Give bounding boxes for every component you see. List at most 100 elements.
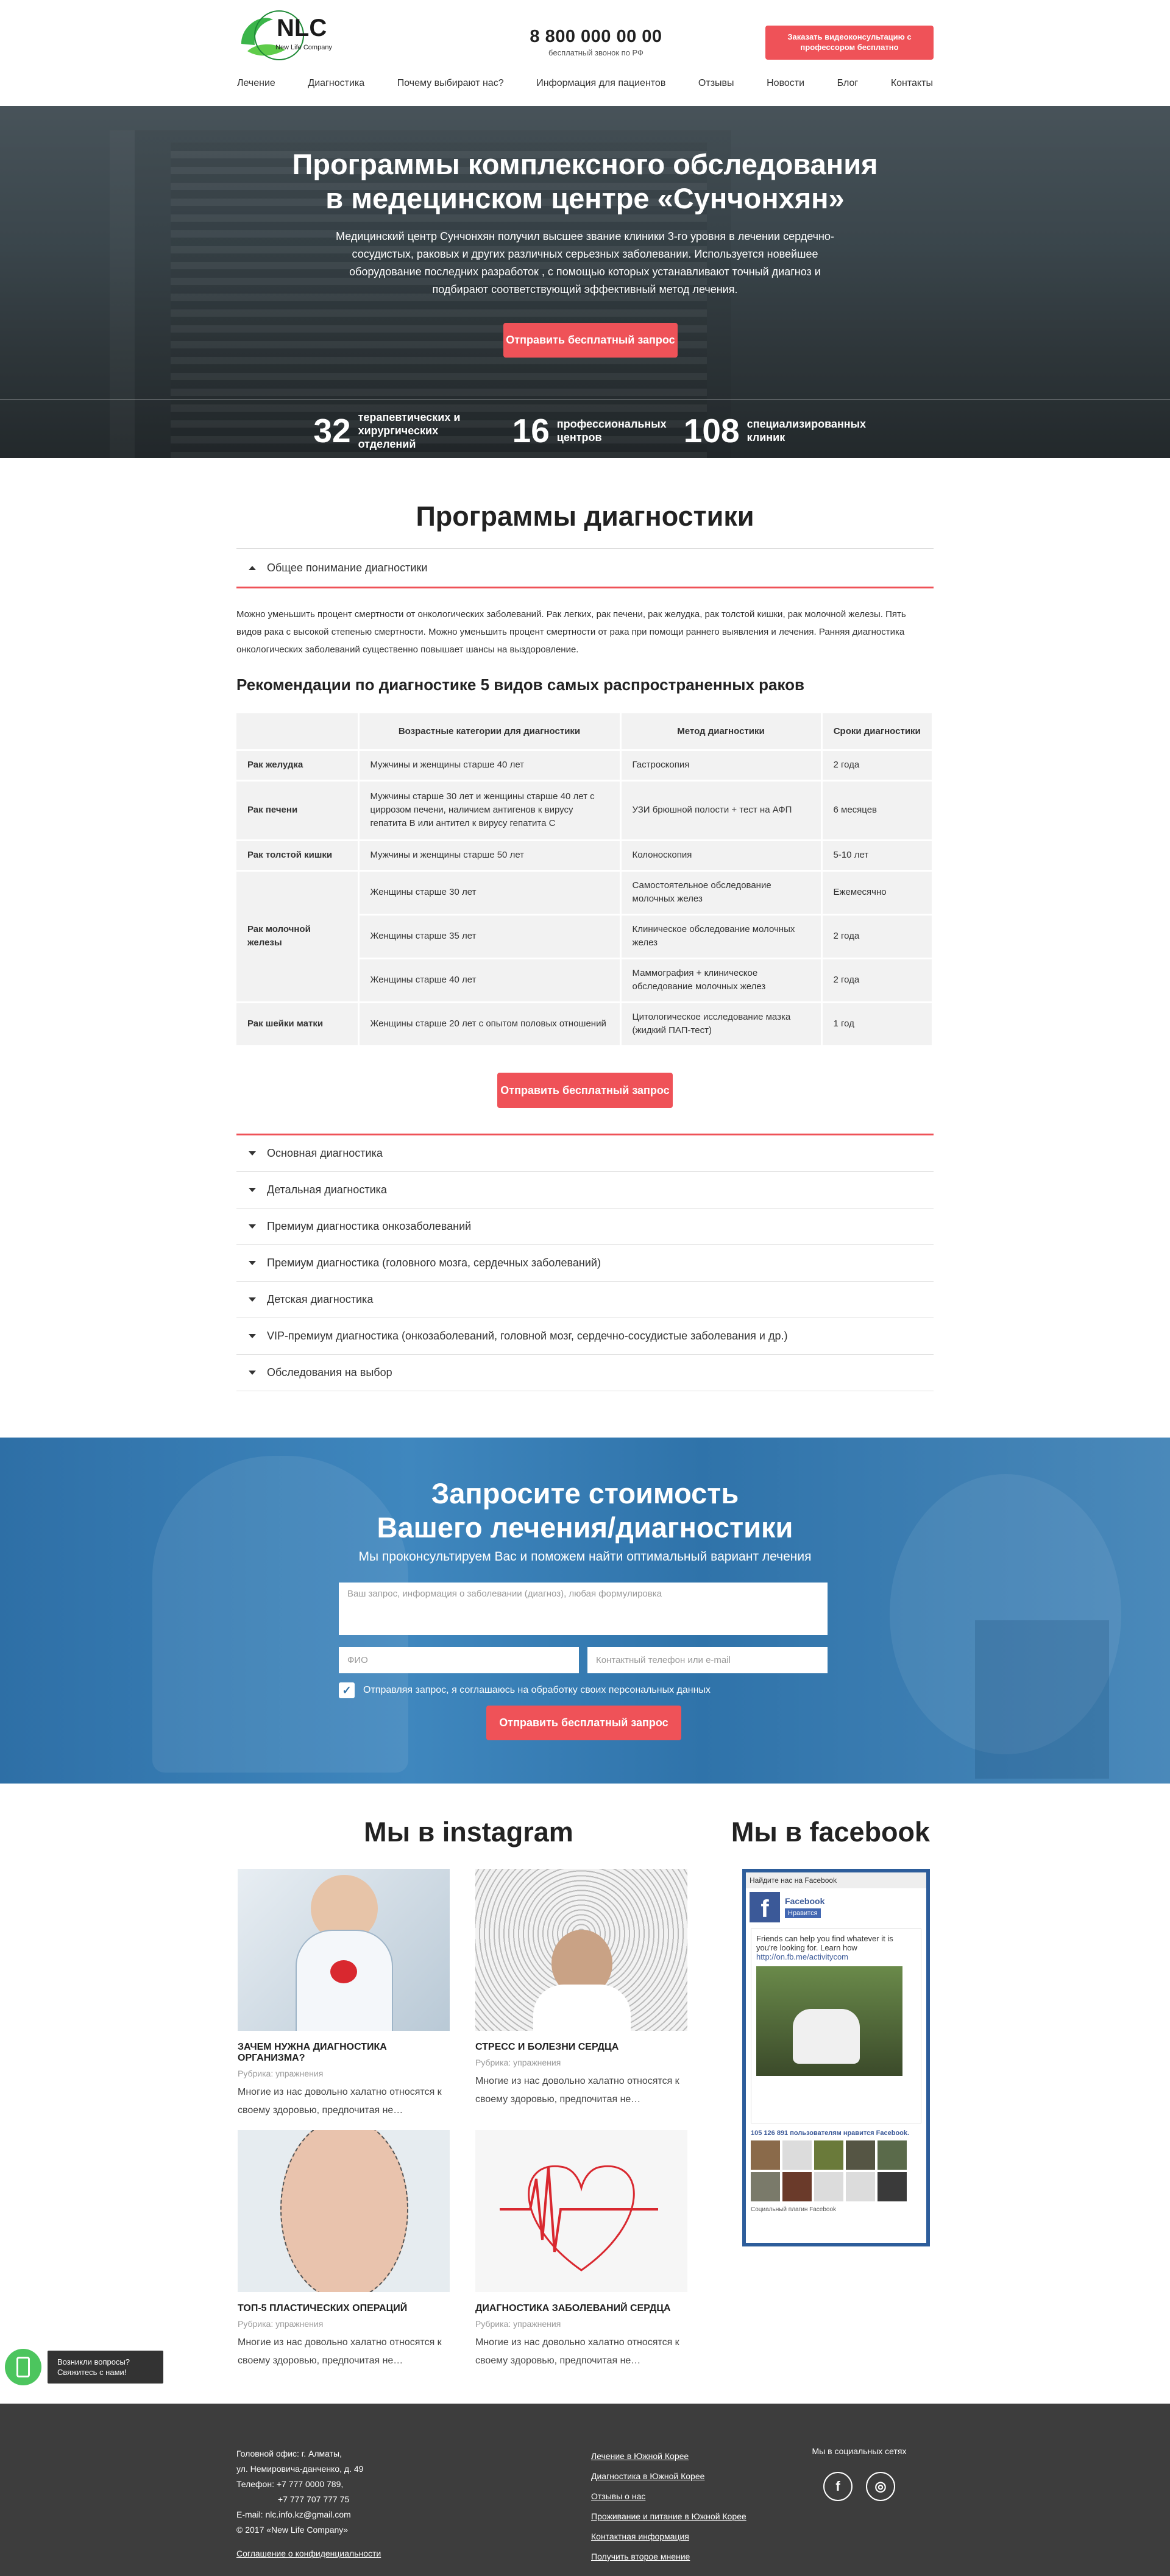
post-title: Стресс и болезни сердца bbox=[475, 2041, 619, 2052]
accordion-label: Премиум диагностика (головного мозга, се… bbox=[267, 1256, 601, 1269]
video-consult-button[interactable]: Заказать видеоконсультацию с профессором… bbox=[765, 26, 934, 60]
facebook-feed[interactable]: Friends can help you find whatever it is… bbox=[751, 1928, 921, 2123]
request-textarea[interactable]: Ваш запрос, информация о заболевании (ди… bbox=[339, 1582, 828, 1635]
request-title-line-1: Запросите стоимость bbox=[431, 1477, 739, 1509]
facebook-fans-grid bbox=[746, 2140, 926, 2201]
footer-address: ул. Немировича-данченко, д. 49 bbox=[236, 2463, 364, 2474]
table-row: Рак печени Мужчины старше 30 лет и женщи… bbox=[236, 780, 934, 841]
nav-item-why-us[interactable]: Почему выбирают нас? bbox=[397, 78, 505, 89]
site-header: NLC New Life Company 8 800 000 00 00 бес… bbox=[236, 0, 934, 61]
accordion-item-children[interactable]: Детская диагностика bbox=[236, 1282, 934, 1318]
nav-item-blog[interactable]: Блог bbox=[837, 78, 859, 89]
table-header: Возрастные категории для диагностики bbox=[358, 713, 622, 751]
post-category: Рубрика: упражнения bbox=[238, 2068, 324, 2078]
name-field[interactable]: ФИО bbox=[339, 1646, 579, 1673]
chevron-down-icon bbox=[249, 1297, 256, 1302]
avatar[interactable] bbox=[846, 2140, 875, 2170]
avatar[interactable] bbox=[878, 2172, 907, 2201]
footer-link[interactable]: Отзывы о нас bbox=[591, 2486, 746, 2507]
chat-widget[interactable]: Возникли вопросы? Свяжитесь с нами! bbox=[5, 2348, 163, 2385]
instagram-post[interactable]: Зачем нужна диагностика организма? Рубри… bbox=[238, 1868, 450, 2120]
footer-link[interactable]: Получить второе мнение bbox=[591, 2547, 746, 2567]
cell-term: 2 года bbox=[821, 958, 934, 1003]
table-header: Сроки диагностики bbox=[821, 713, 934, 751]
chevron-down-icon bbox=[249, 1260, 256, 1265]
cell-cancer: Рак печени bbox=[236, 780, 360, 841]
cell-age: Мужчины и женщины старше 40 лет bbox=[358, 750, 622, 782]
main-nav: Лечение Диагностика Почему выбирают нас?… bbox=[236, 61, 934, 106]
accordion-item-open[interactable]: Общее понимание диагностики bbox=[236, 548, 934, 588]
facebook-icon[interactable]: f bbox=[823, 2471, 853, 2501]
stat-centers: 16 профессиональных центров bbox=[512, 411, 667, 451]
post-title: Диагностика заболеваний сердца bbox=[475, 2303, 671, 2313]
avatar[interactable] bbox=[814, 2172, 843, 2201]
avatar[interactable] bbox=[846, 2172, 875, 2201]
footer-link[interactable]: Лечение в Южной Корее bbox=[591, 2446, 746, 2466]
feed-link[interactable]: http://on.fb.me/activitycom bbox=[756, 1952, 916, 1961]
programs-request-button[interactable]: Отправить бесплатный запрос bbox=[497, 1072, 673, 1108]
footer-phone: +7 777 707 777 75 bbox=[278, 2494, 350, 2504]
instagram-post[interactable]: Топ-5 пластических операций Рубрика: упр… bbox=[238, 2130, 450, 2370]
cell-method: Гастроскопия bbox=[620, 750, 823, 782]
accordion-item-premium-brain-heart[interactable]: Премиум диагностика (головного мозга, се… bbox=[236, 1245, 934, 1282]
post-category: Рубрика: упражнения bbox=[475, 2057, 561, 2067]
cell-term: 2 года bbox=[821, 914, 934, 959]
phone-number[interactable]: 8 800 000 00 00 bbox=[523, 27, 669, 47]
facebook-page-name-block: Facebook Нравится bbox=[785, 1896, 824, 1918]
stat-label: специализированных клиник bbox=[746, 418, 867, 443]
facebook-like-button[interactable]: Нравится bbox=[785, 1908, 821, 1918]
instagram-title: Мы в instagram bbox=[364, 1816, 573, 1847]
request-title: Запросите стоимость Вашего лечения/диагно… bbox=[0, 1477, 1170, 1545]
avatar[interactable] bbox=[782, 2172, 812, 2201]
phone-icon[interactable] bbox=[5, 2348, 41, 2385]
facebook-page-name[interactable]: Facebook bbox=[785, 1896, 824, 1906]
facebook-title: Мы в facebook bbox=[731, 1816, 931, 1847]
stat-label: терапевтических и хирургических отделени… bbox=[358, 411, 461, 450]
avatar[interactable] bbox=[878, 2140, 907, 2170]
avatar[interactable] bbox=[782, 2140, 812, 2170]
cell-term: 5-10 лет bbox=[821, 840, 934, 872]
footer-links: Лечение в Южной Корее Диагностика в Южно… bbox=[591, 2446, 746, 2567]
footer-email[interactable]: E-mail: nlc.info.kz@gmail.com bbox=[236, 2507, 381, 2522]
instagram-post[interactable]: Диагностика заболеваний сердца Рубрика: … bbox=[475, 2130, 687, 2370]
accordion-item-vip[interactable]: VIP-премиум диагностика (онкозаболеваний… bbox=[236, 1318, 934, 1355]
privacy-policy-link[interactable]: Соглашение о конфиденциальности bbox=[236, 2546, 381, 2561]
accordion-item-custom[interactable]: Обследования на выбор bbox=[236, 1355, 934, 1391]
hero-stats: 32 терапевтических и хирургических отделе… bbox=[0, 411, 1170, 451]
consent-checkbox[interactable]: ✓ bbox=[339, 1682, 355, 1698]
instagram-icon[interactable]: ◎ bbox=[866, 2471, 895, 2501]
chat-message[interactable]: Возникли вопросы? Свяжитесь с нами! bbox=[48, 2350, 163, 2384]
avatar[interactable] bbox=[814, 2140, 843, 2170]
request-submit-button[interactable]: Отправить бесплатный запрос bbox=[486, 1705, 681, 1740]
accordion-item-premium-onco[interactable]: Премиум диагностика онкозаболеваний bbox=[236, 1209, 934, 1245]
post-category: Рубрика: упражнения bbox=[238, 2318, 324, 2329]
facebook-icon[interactable]: f bbox=[750, 1891, 780, 1922]
footer-link[interactable]: Проживание и питание в Южной Корее bbox=[591, 2507, 746, 2527]
contact-field[interactable]: Контактный телефон или e-mail bbox=[587, 1646, 828, 1673]
hero-request-button[interactable]: Отправить бесплатный запрос bbox=[503, 323, 678, 358]
post-title: Зачем нужна диагностика организма? bbox=[238, 2041, 387, 2063]
chevron-down-icon bbox=[249, 1224, 256, 1229]
footer-contacts: Головной офис: г. Алматы, ул. Немировича… bbox=[236, 2446, 381, 2561]
footer-link[interactable]: Диагностика в Южной Корее bbox=[591, 2466, 746, 2486]
avatar[interactable] bbox=[751, 2140, 780, 2170]
feed-text: Friends can help you find whatever it is… bbox=[756, 1933, 893, 1952]
request-section: Запросите стоимость Вашего лечения/диагно… bbox=[0, 1437, 1170, 1784]
nav-item-patient-info[interactable]: Информация для пациентов bbox=[536, 78, 666, 89]
diagnostics-table: Возрастные категории для диагностики Мет… bbox=[236, 713, 934, 1047]
chevron-down-icon bbox=[249, 1333, 256, 1338]
cell-age: Женщины старше 30 лет bbox=[358, 870, 622, 916]
instagram-post[interactable]: Стресс и болезни сердца Рубрика: упражне… bbox=[475, 1868, 687, 2109]
cell-age: Женщины старше 35 лет bbox=[358, 914, 622, 959]
avatar[interactable] bbox=[751, 2172, 780, 2201]
nav-item-news[interactable]: Новости bbox=[766, 78, 805, 89]
accordion-item-detailed[interactable]: Детальная диагностика bbox=[236, 1172, 934, 1209]
nav-item-treatment[interactable]: Лечение bbox=[236, 78, 276, 89]
nav-item-diagnostics[interactable]: Диагностика bbox=[307, 78, 365, 89]
footer-link[interactable]: Контактная информация bbox=[591, 2527, 746, 2547]
accordion-item-basic[interactable]: Основная диагностика bbox=[236, 1135, 934, 1172]
cell-method: Маммография + клиническое обследование м… bbox=[620, 958, 823, 1003]
nav-item-contacts[interactable]: Контакты bbox=[890, 78, 934, 89]
nav-item-reviews[interactable]: Отзывы bbox=[698, 78, 735, 89]
table-header bbox=[236, 713, 360, 751]
